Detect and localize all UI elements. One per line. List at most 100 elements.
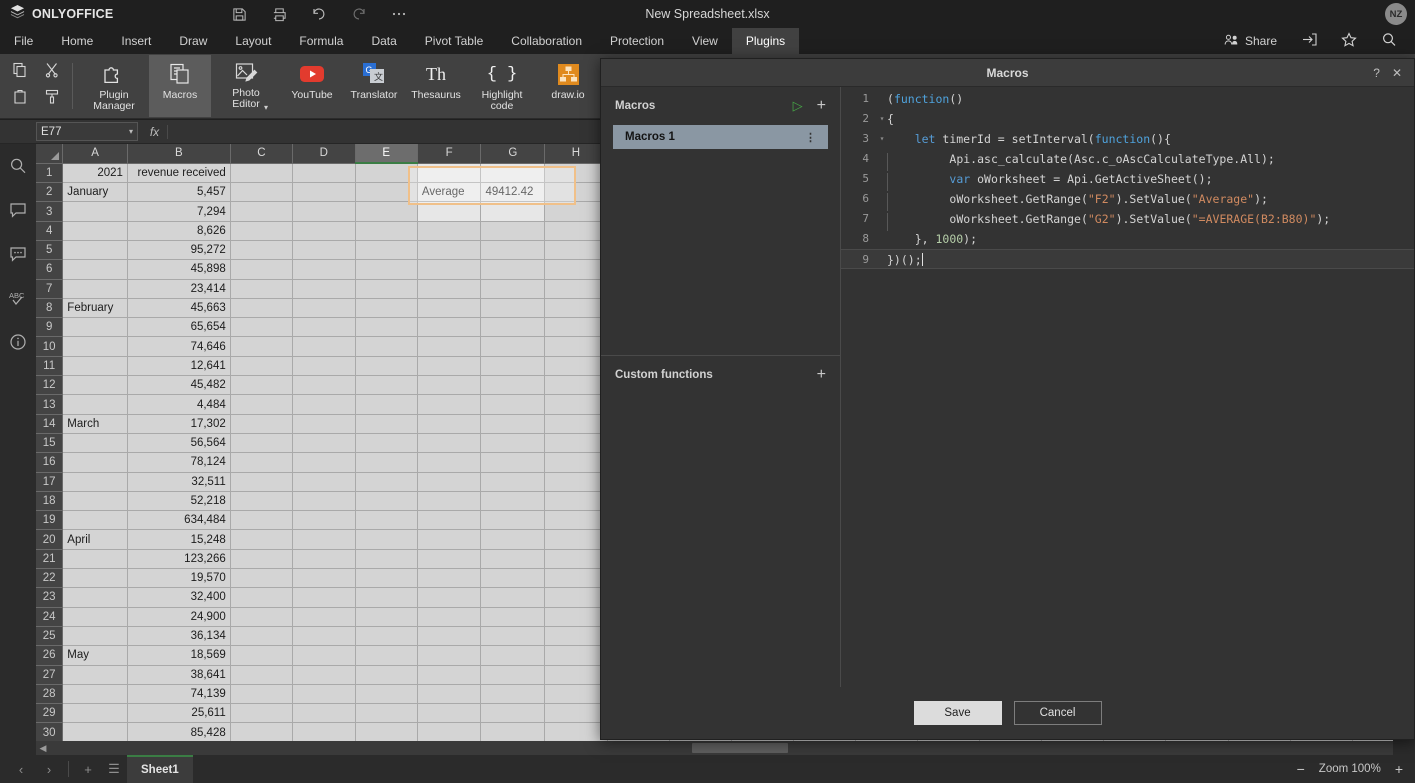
cell-D11[interactable] [292, 356, 356, 377]
save-icon[interactable] [230, 5, 248, 23]
cell-B2[interactable]: 5,457 [127, 182, 231, 203]
cell-H12[interactable] [544, 375, 608, 396]
row-header-21[interactable]: 21 [36, 549, 64, 570]
cell-D8[interactable] [292, 298, 356, 319]
cell-D21[interactable] [292, 549, 356, 570]
cell-B24[interactable]: 24,900 [127, 607, 231, 627]
horizontal-scrollbar[interactable]: ◀ [36, 741, 1393, 755]
row-header-19[interactable]: 19 [36, 510, 64, 531]
macros-button[interactable]: Macros [149, 55, 211, 117]
add-sheet-button[interactable]: + [75, 756, 101, 782]
cell-G5[interactable] [480, 240, 546, 261]
row-header-2[interactable]: 2 [36, 182, 64, 203]
zoom-level-label[interactable]: Zoom 100% [1319, 763, 1381, 775]
cell-D6[interactable] [292, 259, 356, 280]
row-header-24[interactable]: 24 [36, 607, 64, 627]
search-button[interactable] [1369, 28, 1409, 54]
cell-H25[interactable] [544, 626, 608, 647]
cell-F28[interactable] [417, 684, 482, 705]
cell-A11[interactable] [62, 356, 128, 377]
cell-D20[interactable] [292, 529, 356, 550]
cell-E12[interactable] [355, 375, 418, 396]
cell-G19[interactable] [480, 510, 546, 531]
undo-icon[interactable] [310, 5, 328, 23]
cell-G1[interactable] [480, 163, 546, 184]
save-button[interactable]: Save [913, 701, 1002, 725]
cell-F9[interactable] [417, 317, 482, 338]
cell-H20[interactable] [544, 529, 608, 550]
cell-C18[interactable] [230, 491, 294, 512]
cell-A22[interactable] [62, 568, 128, 589]
cell-F29[interactable] [417, 703, 482, 724]
cell-B27[interactable]: 38,641 [127, 665, 231, 685]
cell-A8[interactable]: February [62, 298, 128, 319]
menu-item-pivot-table[interactable]: Pivot Table [411, 28, 497, 54]
cell-A19[interactable] [62, 510, 128, 531]
cancel-button[interactable]: Cancel [1013, 701, 1102, 725]
cell-B19[interactable]: 634,484 [127, 510, 231, 531]
cell-B13[interactable]: 4,484 [127, 394, 231, 415]
cell-E16[interactable] [355, 452, 418, 473]
cell-D10[interactable] [292, 336, 356, 357]
cell-G24[interactable] [480, 607, 546, 627]
cell-B14[interactable]: 17,302 [127, 414, 231, 434]
row-header-10[interactable]: 10 [36, 336, 64, 357]
cell-G23[interactable] [480, 587, 546, 608]
cell-C1[interactable] [230, 163, 294, 184]
row-header-25[interactable]: 25 [36, 626, 64, 647]
column-header-c[interactable]: C [230, 144, 294, 164]
cell-G4[interactable] [480, 221, 546, 241]
cell-F23[interactable] [417, 587, 482, 608]
cell-G20[interactable] [480, 529, 546, 550]
cell-D22[interactable] [292, 568, 356, 589]
cell-H13[interactable] [544, 394, 608, 415]
cell-B17[interactable]: 32,511 [127, 472, 231, 492]
cell-E6[interactable] [355, 259, 418, 280]
cell-C25[interactable] [230, 626, 294, 647]
cell-A17[interactable] [62, 472, 128, 492]
prev-sheet-button[interactable]: ‹ [8, 756, 34, 782]
cell-H27[interactable] [544, 665, 608, 685]
cell-H22[interactable] [544, 568, 608, 589]
cell-C17[interactable] [230, 472, 294, 492]
about-icon[interactable] [6, 330, 30, 354]
copy-icon[interactable] [12, 62, 28, 83]
row-header-18[interactable]: 18 [36, 491, 64, 512]
cell-D12[interactable] [292, 375, 356, 396]
cell-A20[interactable]: April [62, 529, 128, 550]
cell-G8[interactable] [480, 298, 546, 319]
sheet-tab-sheet1[interactable]: Sheet1 [127, 755, 193, 783]
cell-G18[interactable] [480, 491, 546, 512]
cell-H21[interactable] [544, 549, 608, 570]
cell-C29[interactable] [230, 703, 294, 724]
select-all-corner[interactable] [36, 144, 64, 164]
cell-B11[interactable]: 12,641 [127, 356, 231, 377]
cell-F16[interactable] [417, 452, 482, 473]
cell-C30[interactable] [230, 722, 294, 743]
cell-D4[interactable] [292, 221, 356, 241]
next-sheet-button[interactable]: › [36, 756, 62, 782]
code-fold-toggle-icon[interactable]: ▾ [877, 129, 887, 149]
avatar[interactable]: NZ [1385, 3, 1407, 25]
row-header-5[interactable]: 5 [36, 240, 64, 261]
photo-editor-button[interactable]: Photo Editor ▾ [211, 55, 281, 117]
cell-B30[interactable]: 85,428 [127, 722, 231, 743]
cell-A23[interactable] [62, 587, 128, 608]
cell-A15[interactable] [62, 433, 128, 454]
cell-G29[interactable] [480, 703, 546, 724]
cell-G16[interactable] [480, 452, 546, 473]
cell-E11[interactable] [355, 356, 418, 377]
cell-D28[interactable] [292, 684, 356, 705]
cell-A24[interactable] [62, 607, 128, 627]
row-header-27[interactable]: 27 [36, 665, 64, 685]
cell-A25[interactable] [62, 626, 128, 647]
youtube-button[interactable]: YouTube [281, 55, 343, 117]
cell-H7[interactable] [544, 279, 608, 299]
cell-E10[interactable] [355, 336, 418, 357]
cell-E3[interactable] [355, 201, 418, 222]
cell-H15[interactable] [544, 433, 608, 454]
cell-E28[interactable] [355, 684, 418, 705]
cell-B15[interactable]: 56,564 [127, 433, 231, 454]
cell-E9[interactable] [355, 317, 418, 338]
cell-E19[interactable] [355, 510, 418, 531]
